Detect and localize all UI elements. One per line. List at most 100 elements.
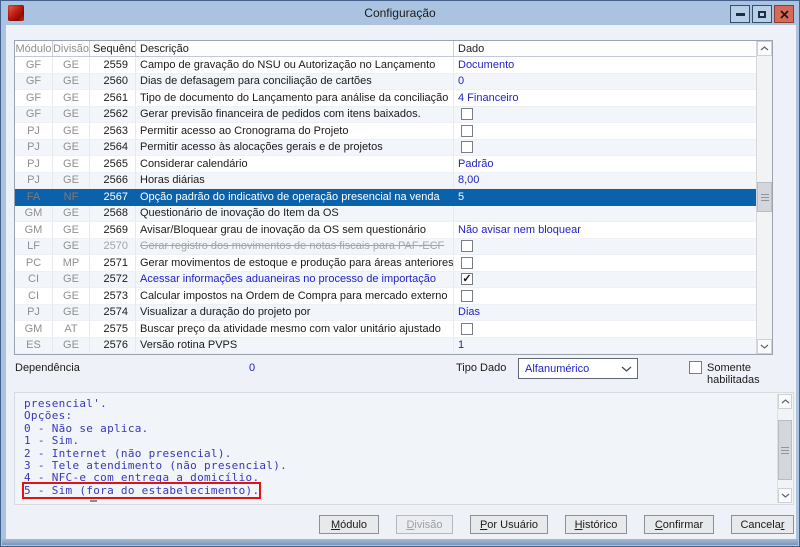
table-cell: 2560	[90, 73, 136, 89]
table-cell: Permitir acesso às alocações gerais e de…	[136, 139, 454, 155]
table-cell	[454, 272, 756, 288]
tipo-dado-dropdown[interactable]: Alfanumérico	[518, 358, 638, 379]
scrollbar-thumb[interactable]	[778, 420, 792, 480]
table-row[interactable]: PJ GE 2574 Visualizar a duração do projeto …	[15, 304, 756, 321]
row-checkbox[interactable]	[461, 240, 473, 253]
scroll-up-button[interactable]	[778, 394, 792, 409]
chevron-down-icon	[760, 344, 769, 349]
title-bar[interactable]: Configuração	[2, 2, 798, 25]
table-cell	[454, 140, 756, 156]
scroll-down-button[interactable]	[778, 488, 792, 503]
table-row[interactable]: GM GE 2568 Questionário de inovação do Item…	[15, 205, 756, 222]
table-cell: 1	[458, 339, 465, 352]
divisao-button[interactable]: Divisão	[396, 515, 453, 534]
table-cell: GE	[53, 139, 90, 155]
scroll-up-button[interactable]	[757, 41, 772, 56]
column-header-divisao[interactable]: Divisão	[53, 41, 90, 56]
scroll-down-button[interactable]	[757, 339, 772, 354]
table-cell: Versão rotina PVPS	[136, 337, 454, 353]
column-header-modulo[interactable]: Módulo	[15, 41, 53, 56]
table-cell	[454, 239, 756, 255]
table-row[interactable]: CI GE 2573 Calcular impostos na Ordem de Co…	[15, 288, 756, 305]
table-row[interactable]: GF GE 2561 Tipo de documento do Lançamento …	[15, 90, 756, 107]
table-row[interactable]: PC MP 2571 Gerar movimentos de estoque e pr…	[15, 255, 756, 272]
column-header-dado[interactable]: Dado	[454, 41, 756, 56]
row-checkbox[interactable]	[461, 124, 473, 137]
table-row[interactable]: CI GE 2572 Acessar informações aduaneiras n…	[15, 271, 756, 288]
table-row[interactable]: FA NF 2567 Opção padrão do indicativo de op…	[15, 189, 756, 206]
modulo-button[interactable]: Módulo	[319, 515, 379, 534]
table-cell: 2564	[90, 139, 136, 155]
table-cell	[454, 107, 756, 123]
table-cell: Buscar preço da atividade mesmo com valo…	[136, 321, 454, 337]
scrollbar-thumb[interactable]	[757, 182, 772, 212]
description-line: presencial'.	[24, 397, 108, 410]
chevron-down-icon	[621, 366, 632, 372]
table-cell	[454, 123, 756, 139]
row-checkbox[interactable]	[461, 141, 473, 154]
table-cell	[454, 321, 756, 337]
table-cell: GE	[53, 304, 90, 320]
row-checkbox[interactable]	[461, 289, 473, 302]
table-scrollbar[interactable]	[756, 41, 772, 354]
table-row[interactable]: GF GE 2562 Gerar previsão financeira de ped…	[15, 106, 756, 123]
row-checkbox[interactable]	[461, 273, 473, 286]
table-cell: Não avisar nem bloquear	[458, 223, 581, 236]
window-title: Configuração	[364, 6, 436, 20]
table-cell: 2568	[90, 205, 136, 221]
table-cell	[454, 206, 756, 222]
table-cell: Questionário de inovação do Item da OS	[136, 205, 454, 221]
table-cell: 2565	[90, 156, 136, 172]
table-cell: GE	[53, 172, 90, 188]
historico-button[interactable]: Histórico	[565, 515, 627, 534]
table-row[interactable]: PJ GE 2565 Considerar calendário Padrão	[15, 156, 756, 173]
table-cell: 2562	[90, 106, 136, 122]
table-row[interactable]: ES GE 2576 Versão rotina PVPS 1	[15, 337, 756, 354]
table-cell: 0	[458, 75, 465, 88]
table-cell: GE	[53, 222, 90, 238]
somente-habilitadas-checkbox[interactable]	[689, 361, 702, 374]
table-cell: GF	[15, 106, 53, 122]
table-row[interactable]: GF GE 2560 Dias de defasagem para conciliaç…	[15, 73, 756, 90]
table-cell: 4 Financeiro	[458, 91, 519, 104]
table-cell: GM	[15, 205, 53, 221]
description-box[interactable]: presencial'. Opções: 0 - Não se aplica. 1 -…	[14, 392, 794, 505]
por-usuario-button[interactable]: Por Usuário	[470, 515, 548, 534]
table-cell: PJ	[15, 172, 53, 188]
table-row[interactable]: LF GE 2570 Gerar registro dos movimentos de…	[15, 238, 756, 255]
table-row[interactable]: GM GE 2569 Avisar/Bloquear grau de inovação…	[15, 222, 756, 239]
row-checkbox[interactable]	[461, 256, 473, 269]
column-header-descricao[interactable]: Descrição	[136, 41, 454, 56]
text-cursor	[90, 500, 97, 502]
confirmar-button[interactable]: Confirmar	[644, 515, 714, 534]
cancelar-button[interactable]: Cancelar	[731, 515, 794, 534]
row-checkbox[interactable]	[461, 108, 473, 121]
close-button[interactable]	[774, 5, 794, 23]
chevron-up-icon	[781, 399, 789, 404]
table-cell: MP	[53, 255, 90, 271]
maximize-button[interactable]	[752, 5, 772, 23]
description-scrollbar[interactable]	[777, 394, 792, 503]
table-cell: 2561	[90, 90, 136, 106]
table-cell: 2572	[90, 271, 136, 287]
tipo-dado-selected-value: Alfanumérico	[525, 362, 590, 375]
table-cell: 2576	[90, 337, 136, 353]
table-cell: PJ	[15, 156, 53, 172]
table-cell: Considerar calendário	[136, 156, 454, 172]
table-row[interactable]: PJ GE 2563 Permitir acesso ao Cronograma do…	[15, 123, 756, 140]
table-row[interactable]: PJ GE 2566 Horas diárias 8,00	[15, 172, 756, 189]
table-cell: ES	[15, 337, 53, 353]
table-cell: GE	[53, 57, 90, 73]
row-checkbox[interactable]	[461, 322, 473, 335]
maximize-icon	[758, 10, 766, 18]
table-cell: Dias de defasagem para conciliação de ca…	[136, 73, 454, 89]
column-header-sequencia[interactable]: Sequência	[90, 41, 136, 56]
table-row[interactable]: GF GE 2559 Campo de gravação do NSU ou Auto…	[15, 57, 756, 74]
table-cell: Visualizar a duração do projeto por	[136, 304, 454, 320]
minimize-button[interactable]	[730, 5, 750, 23]
table-row[interactable]: GM AT 2575 Buscar preço da atividade mesmo …	[15, 321, 756, 338]
table-cell: GE	[53, 337, 90, 353]
chevron-up-icon	[760, 46, 769, 51]
table-row[interactable]: PJ GE 2564 Permitir acesso às alocações ger…	[15, 139, 756, 156]
table-cell: GE	[53, 288, 90, 304]
